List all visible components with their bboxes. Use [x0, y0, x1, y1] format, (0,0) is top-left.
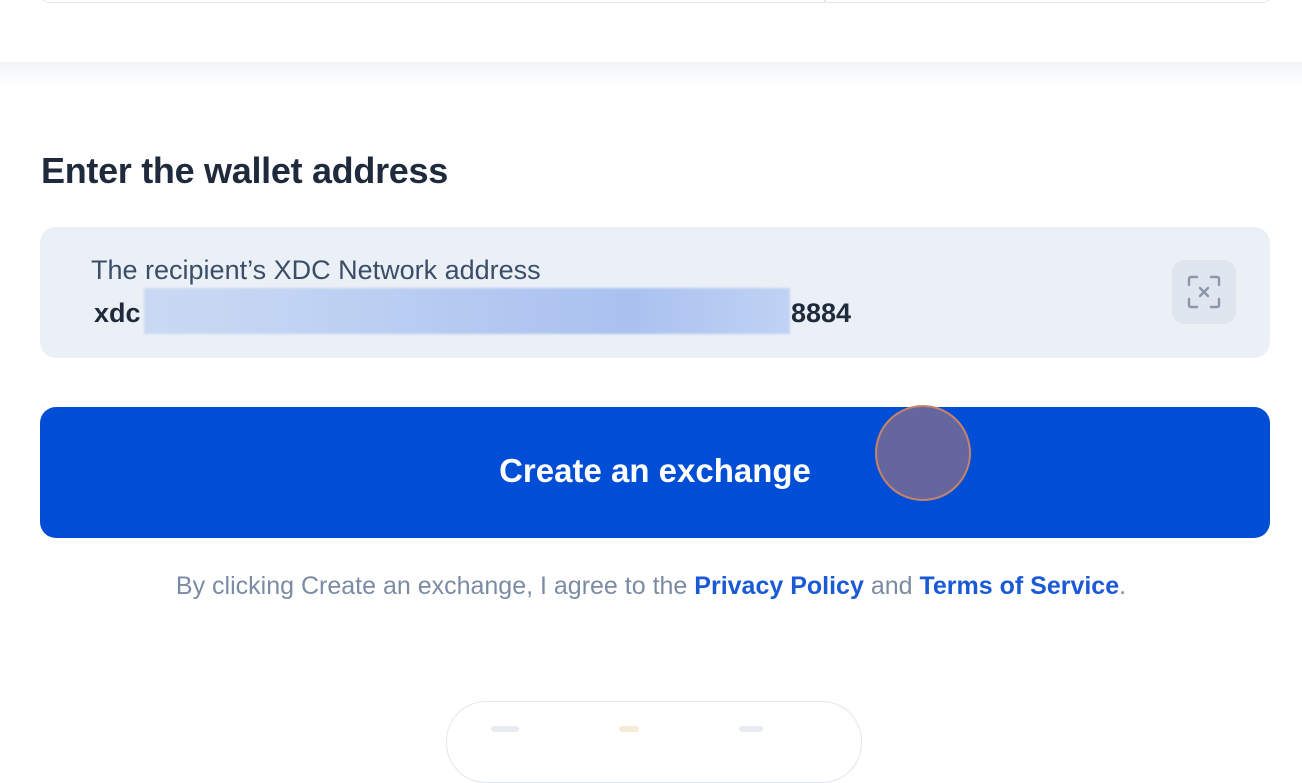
- wallet-address-field[interactable]: The recipient’s XDC Network address xdc …: [40, 227, 1270, 358]
- consent-notice: By clicking Create an exchange, I agree …: [0, 572, 1302, 601]
- address-field-label: The recipient’s XDC Network address: [91, 255, 541, 285]
- address-prefix: xdc: [94, 298, 141, 328]
- pill-item-placeholder: [739, 726, 763, 732]
- previous-card-divider: [824, 0, 826, 2]
- consent-prefix: By clicking Create an exchange, I agree …: [175, 572, 688, 600]
- create-exchange-button[interactable]: Create an exchange: [40, 407, 1270, 538]
- previous-card-edge: [40, 0, 1272, 3]
- qr-scan-icon: [1187, 275, 1221, 309]
- section-divider: [0, 62, 1302, 92]
- consent-period: .: [1119, 572, 1127, 600]
- section-title: Enter the wallet address: [41, 150, 448, 191]
- pill-item-placeholder: [491, 726, 519, 732]
- qr-scan-button[interactable]: [1172, 260, 1236, 324]
- terms-of-service-link[interactable]: Terms of Service: [919, 572, 1119, 600]
- bottom-pill-container: [446, 701, 862, 783]
- pill-item-placeholder: [619, 726, 639, 732]
- privacy-policy-link[interactable]: Privacy Policy: [694, 572, 864, 600]
- create-exchange-label: Create an exchange: [499, 452, 811, 489]
- address-suffix: 8884: [791, 298, 852, 328]
- consent-and: and: [870, 572, 913, 600]
- tap-indicator: [875, 405, 971, 501]
- address-redacted-blur: [144, 288, 790, 334]
